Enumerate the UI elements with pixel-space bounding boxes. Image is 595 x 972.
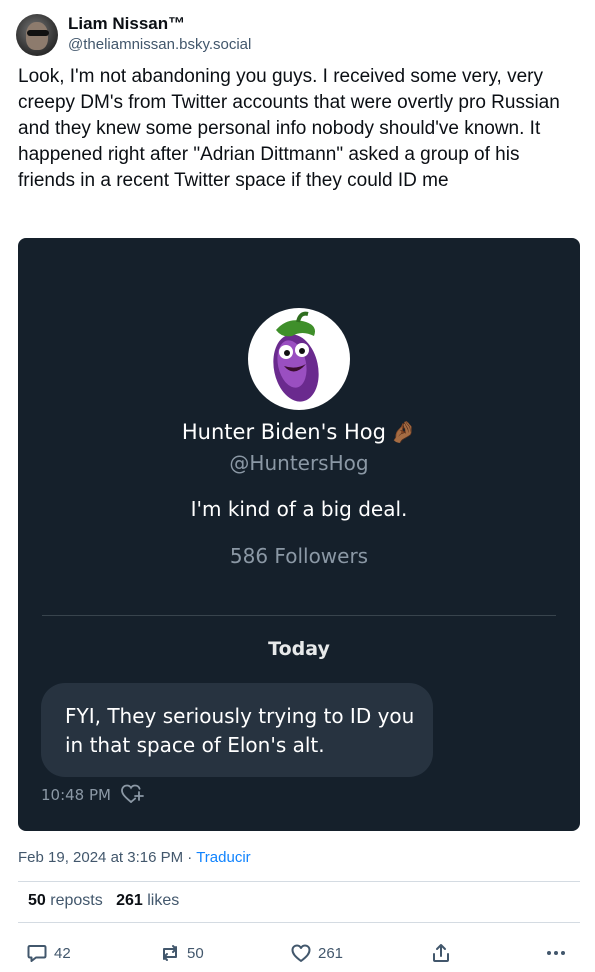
post-header: Liam Nissan™ @theliamnissan.bsky.social (16, 14, 576, 58)
embedded-image[interactable]: Hunter Biden's Hog 🤌🏾 @HuntersHog I'm kin… (18, 238, 580, 831)
author-handle[interactable]: @theliamnissan.bsky.social (68, 36, 251, 53)
share-button[interactable] (430, 938, 452, 968)
like-count: 261 (318, 944, 344, 962)
meta-separator: · (187, 849, 193, 866)
more-options-button[interactable] (545, 938, 567, 968)
likes-count: 261 (116, 892, 143, 909)
likes-label: likes (147, 892, 180, 909)
reply-count: 42 (54, 944, 71, 962)
reply-button[interactable]: 42 (26, 938, 71, 968)
avatar-face (26, 22, 48, 50)
profile-name: Hunter Biden's Hog 🤌🏾 (18, 420, 580, 445)
profile-bio: I'm kind of a big deal. (190, 497, 408, 521)
heart-icon (291, 944, 311, 962)
reply-icon (27, 945, 47, 962)
repost-icon (163, 945, 177, 961)
action-bar: 42 50 261 (0, 938, 595, 968)
followers-count: 586 Followers (229, 544, 369, 568)
post-text: Look, I'm not abandoning you guys. I rec… (18, 66, 560, 191)
profile-handle: @HuntersHog (229, 451, 369, 475)
post-timestamp[interactable]: Feb 19, 2024 at 3:16 PM (18, 849, 183, 866)
share-icon (433, 944, 449, 962)
reposts-label: reposts (50, 892, 103, 909)
likes-stat[interactable]: 261 likes (116, 892, 179, 909)
message-text: FYI, They seriously trying to ID you in … (65, 704, 415, 757)
message-time: 10:48 PM (41, 786, 111, 804)
author-display-name[interactable]: Liam Nissan™ (68, 14, 185, 34)
reposts-stat[interactable]: 50 reposts (28, 892, 103, 909)
avatar-glasses (27, 30, 49, 36)
post-stats: 50 reposts 261 likes (28, 892, 179, 910)
like-button[interactable]: 261 (290, 938, 343, 968)
divider (18, 922, 580, 923)
repost-count: 50 (187, 944, 204, 962)
heart-plus-icon (119, 782, 145, 806)
avatar[interactable] (16, 14, 58, 56)
date-separator: Today (268, 638, 330, 660)
repost-button[interactable]: 50 (159, 938, 204, 968)
profile-name-text: Hunter Biden's Hog (181, 420, 386, 444)
post-meta: Feb 19, 2024 at 3:16 PM · Traducir (18, 849, 251, 866)
reposts-count: 50 (28, 892, 46, 909)
translate-link[interactable]: Traducir (196, 849, 250, 866)
divider (42, 615, 556, 616)
message-bubble: FYI, They seriously trying to ID you in … (41, 683, 433, 777)
eggplant-icon (248, 308, 350, 410)
ellipsis-icon (547, 951, 565, 955)
pinched-fingers-icon: 🤌🏾 (389, 420, 417, 444)
divider (18, 881, 580, 882)
